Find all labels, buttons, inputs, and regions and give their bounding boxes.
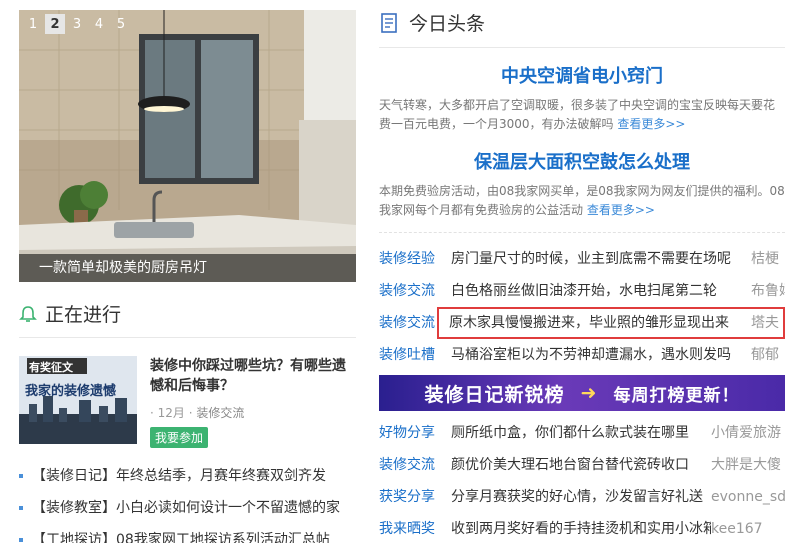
news-list-2: 好物分享 厕所纸巾盒，你们都什么款式装在哪里 小倩爱旅游 装修交流 颜优价美大理… (379, 417, 785, 543)
meta-dot-icon: · (150, 406, 158, 420)
feature-thumb-text: 我家的装修遗憾 (25, 384, 117, 399)
news-category[interactable]: 装修交流 (379, 275, 451, 307)
news-row[interactable]: 我来晒奖 收到两月奖好看的手持挂烫机和实用小冰箱 kee167 (379, 513, 785, 543)
slider-caption[interactable]: 一款简单却极美的厨房吊灯 (19, 254, 356, 282)
news-author[interactable]: 桔梗 (751, 243, 785, 275)
news-category[interactable]: 装修经验 (379, 243, 451, 275)
list-item-text[interactable]: 【装修教室】小白必读如何设计一个不留遗憾的家 (32, 500, 340, 516)
slider-dot-1[interactable]: 1 (23, 14, 43, 34)
list-item-text[interactable]: 【工地探访】08我家网工地探访系列活动汇总帖 (32, 532, 330, 543)
join-button[interactable]: 我要参加 (150, 427, 209, 448)
news-row[interactable]: 装修吐槽 马桶浴室柜以为不劳神却遭漏水，遇水则发吗 郁郁 (379, 339, 785, 371)
news-category[interactable]: 装修吐槽 (379, 339, 451, 371)
banner-right: 每周打榜更新！ (613, 385, 740, 406)
slider-pagination: 1 2 3 4 5 (19, 14, 131, 34)
banner-arrow-icon: ➜ (580, 382, 598, 404)
headline-1-summary: 天气转寒，大多都开启了空调取暖，很多装了中央空调的宝宝反映每天要花费一百元电费，… (379, 96, 785, 134)
news-row[interactable]: 获奖分享 分享月赛获奖的好心情，沙发留言好礼送 evonne_sd (379, 481, 785, 513)
news-category[interactable]: 我来晒奖 (379, 513, 451, 543)
news-row[interactable]: 好物分享 厕所纸巾盒，你们都什么款式装在哪里 小倩爱旅游 (379, 417, 785, 449)
news-title[interactable]: 房门量尺寸的时候，业主到底需不需要在场呢 (451, 243, 751, 275)
news-row[interactable]: 装修经验 房门量尺寸的时候，业主到底需不需要在场呢 桔梗 (379, 243, 785, 275)
ongoing-header: 正在进行 (19, 300, 356, 338)
bullet-icon (19, 506, 23, 510)
slider-dot-3[interactable]: 3 (67, 14, 87, 34)
news-author[interactable]: 塔夫 (751, 307, 785, 339)
news-row-highlighted[interactable]: 装修交流 原木家具慢慢搬进来，毕业照的雏形显现出来 塔夫 (379, 307, 785, 339)
feature-title[interactable]: 装修中你踩过哪些坑？有哪些遗憾和后悔事？ (150, 356, 356, 396)
slider-dot-4[interactable]: 4 (89, 14, 109, 34)
headlines-header: 今日头条 (379, 10, 785, 48)
feature-meta: · 12月 · 装修交流 (150, 404, 356, 421)
banner-left: 装修日记新锐榜 (424, 383, 565, 406)
news-author[interactable]: 大胖是大傻 (711, 449, 785, 481)
feature-category[interactable]: 装修交流 (196, 406, 244, 420)
news-category[interactable]: 装修交流 (379, 449, 451, 481)
diary-ranking-banner[interactable]: 装修日记新锐榜 ➜ 每周打榜更新！ (379, 375, 785, 411)
feature-badge: 有奖征文 (29, 361, 73, 374)
list-item[interactable]: 【装修日记】年终总结季，月赛年终赛双剑齐发 (19, 460, 356, 492)
list-item[interactable]: 【工地探访】08我家网工地探访系列活动汇总帖 (19, 524, 356, 543)
feature-item: 有奖征文 我家的装修遗憾 装修中你踩过哪些坑？有哪些遗憾和后悔事？ · 12月 … (19, 356, 356, 448)
news-title[interactable]: 白色格丽丝做旧油漆开始，水电扫尾第二轮 (451, 275, 751, 307)
read-more-link[interactable]: 查看更多>> (617, 117, 685, 131)
news-category[interactable]: 获奖分享 (379, 481, 451, 513)
divider (379, 232, 785, 233)
news-title[interactable]: 厕所纸巾盒，你们都什么款式装在哪里 (451, 417, 711, 449)
ongoing-title: 正在进行 (45, 304, 122, 326)
slider-dot-2[interactable]: 2 (45, 14, 65, 34)
news-title[interactable]: 马桶浴室柜以为不劳神却遭漏水，遇水则发吗 (451, 339, 751, 371)
kitchen-photo[interactable] (19, 10, 356, 282)
news-title[interactable]: 原木家具慢慢搬进来，毕业照的雏形显现出来 (449, 307, 751, 339)
news-category[interactable]: 好物分享 (379, 417, 451, 449)
image-slider[interactable]: 1 2 3 4 5 一款简单却极美的厨房吊灯 (19, 10, 356, 282)
list-item[interactable]: 【装修教室】小白必读如何设计一个不留遗憾的家 (19, 492, 356, 524)
news-title[interactable]: 收到两月奖好看的手持挂烫机和实用小冰箱 (451, 513, 711, 543)
news-category[interactable]: 装修交流 (379, 307, 451, 339)
news-row[interactable]: 装修交流 白色格丽丝做旧油漆开始，水电扫尾第二轮 布鲁妈 (379, 275, 785, 307)
list-item-text[interactable]: 【装修日记】年终总结季，月赛年终赛双剑齐发 (32, 468, 326, 484)
bell-icon (19, 305, 37, 322)
bullet-icon (19, 538, 23, 542)
news-row[interactable]: 装修交流 颜优价美大理石地台窗台替代瓷砖收口 大胖是大傻 (379, 449, 785, 481)
news-title[interactable]: 颜优价美大理石地台窗台替代瓷砖收口 (451, 449, 711, 481)
headline-1-title[interactable]: 中央空调省电小窍门 (379, 62, 785, 88)
feature-date: 12月 (157, 406, 185, 420)
bullet-icon (19, 474, 23, 478)
read-more-link[interactable]: 查看更多>> (587, 203, 655, 217)
newspaper-icon (381, 12, 397, 33)
feature-thumbnail[interactable]: 有奖征文 我家的装修遗憾 (19, 356, 137, 444)
headlines-title: 今日头条 (409, 13, 486, 35)
news-author[interactable]: 郁郁 (751, 339, 785, 371)
summary-text: 天气转寒，大多都开启了空调取暖，很多装了中央空调的宝宝反映每天要花费一百元电费，… (379, 98, 776, 131)
ongoing-list: 【装修日记】年终总结季，月赛年终赛双剑齐发 【装修教室】小白必读如何设计一个不留… (19, 460, 356, 543)
news-author[interactable]: 布鲁妈 (751, 275, 785, 307)
right-column: 今日头条 中央空调省电小窍门 天气转寒，大多都开启了空调取暖，很多装了中央空调的… (379, 10, 785, 543)
news-title[interactable]: 分享月赛获奖的好心情，沙发留言好礼送 (451, 481, 711, 513)
slider-dot-5[interactable]: 5 (111, 14, 131, 34)
news-author[interactable]: evonne_sd (711, 481, 785, 513)
news-author[interactable]: 小倩爱旅游 (711, 417, 785, 449)
left-column: 1 2 3 4 5 一款简单却极美的厨房吊灯 正在进行 有奖征文 我家的装修遗憾… (19, 10, 356, 543)
headline-2-summary: 本期免费验房活动，由08我家网买单，是08我家网为网友们提供的福利。08我家网每… (379, 182, 785, 220)
news-author[interactable]: kee167 (711, 513, 785, 543)
feature-body: 装修中你踩过哪些坑？有哪些遗憾和后悔事？ · 12月 · 装修交流 我要参加 (150, 356, 356, 448)
headline-2-title[interactable]: 保温层大面积空鼓怎么处理 (379, 148, 785, 174)
news-list-1: 装修经验 房门量尺寸的时候，业主到底需不需要在场呢 桔梗 装修交流 白色格丽丝做… (379, 243, 785, 371)
summary-text: 本期免费验房活动，由08我家网买单，是08我家网为网友们提供的福利。08我家网每… (379, 184, 785, 217)
